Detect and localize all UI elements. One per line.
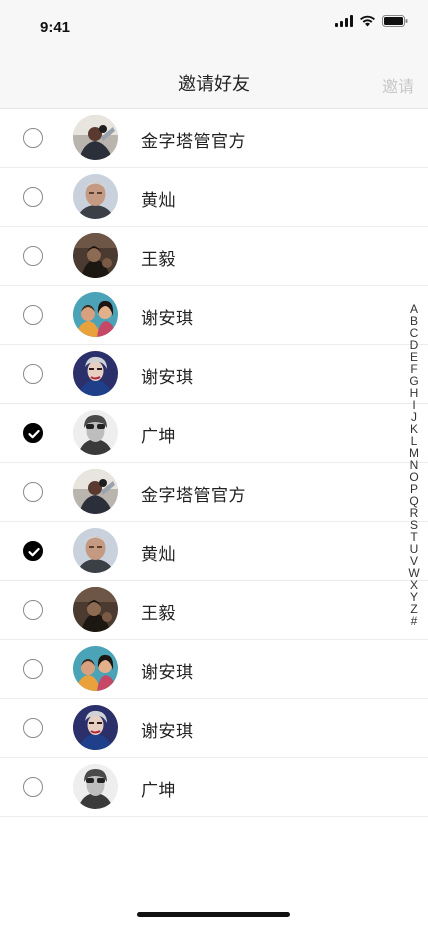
- contact-row[interactable]: 谢安琪: [0, 640, 428, 699]
- home-indicator: [137, 912, 290, 917]
- checkmark-icon: [28, 429, 40, 439]
- invite-button[interactable]: 邀请: [382, 73, 414, 97]
- contact-row[interactable]: 广坤: [0, 404, 428, 463]
- contact-name: 谢安琪: [141, 309, 194, 329]
- avatar: [73, 469, 118, 514]
- contact-name: 谢安琪: [141, 663, 194, 683]
- status-time: 9:41: [40, 19, 71, 36]
- contact-name: 谢安琪: [141, 722, 194, 742]
- navigation-bar: 邀请好友 邀请: [0, 56, 428, 109]
- checkbox-unchecked[interactable]: [23, 246, 43, 266]
- contact-row[interactable]: 黄灿: [0, 168, 428, 227]
- checkbox-unchecked[interactable]: [23, 718, 43, 738]
- contact-row[interactable]: 谢安琪: [0, 345, 428, 404]
- checkbox-unchecked[interactable]: [23, 187, 43, 207]
- avatar: [73, 233, 118, 278]
- contact-name: 金字塔管官方: [141, 132, 246, 152]
- avatar: [73, 764, 118, 809]
- contact-name: 广坤: [141, 427, 176, 447]
- contact-row[interactable]: 谢安琪: [0, 286, 428, 345]
- contact-row[interactable]: 王毅: [0, 581, 428, 640]
- contact-row[interactable]: 黄灿: [0, 522, 428, 581]
- page-title: 邀请好友: [178, 74, 250, 95]
- wifi-icon: [360, 15, 375, 27]
- contact-list: 金字塔管官方 黄灿 王毅 谢安琪 谢安琪 广坤 金字塔管官方 黄灿 王毅 谢安琪 谢安琪 广坤: [0, 109, 428, 817]
- checkbox-checked[interactable]: [23, 541, 43, 561]
- avatar: [73, 528, 118, 573]
- checkbox-unchecked[interactable]: [23, 128, 43, 148]
- contact-row[interactable]: 王毅: [0, 227, 428, 286]
- cellular-signal-icon: [335, 15, 353, 27]
- avatar: [73, 587, 118, 632]
- checkbox-unchecked[interactable]: [23, 482, 43, 502]
- contact-row[interactable]: 谢安琪: [0, 699, 428, 758]
- avatar: [73, 292, 118, 337]
- checkbox-unchecked[interactable]: [23, 659, 43, 679]
- contact-name: 广坤: [141, 781, 176, 801]
- avatar: [73, 410, 118, 455]
- contact-name: 黄灿: [141, 191, 176, 211]
- contact-name: 王毅: [141, 250, 176, 270]
- avatar: [73, 705, 118, 750]
- contact-name: 王毅: [141, 604, 176, 624]
- alphabet-index[interactable]: A B C D E F G H I J K L M N O P Q R S T U V W X Y Z #: [406, 303, 422, 627]
- contact-row[interactable]: 广坤: [0, 758, 428, 817]
- contact-row[interactable]: 金字塔管官方: [0, 463, 428, 522]
- contact-row[interactable]: 金字塔管官方: [0, 109, 428, 168]
- avatar: [73, 174, 118, 219]
- avatar: [73, 351, 118, 396]
- status-bar: 9:41: [0, 0, 428, 56]
- checkbox-checked[interactable]: [23, 423, 43, 443]
- checkbox-unchecked[interactable]: [23, 305, 43, 325]
- avatar: [73, 646, 118, 691]
- status-icons: [335, 15, 408, 27]
- checkbox-unchecked[interactable]: [23, 600, 43, 620]
- battery-icon: [382, 15, 408, 27]
- alphabet-index-letter[interactable]: #: [411, 615, 418, 627]
- checkmark-icon: [28, 547, 40, 557]
- contact-name: 黄灿: [141, 545, 176, 565]
- contact-name: 谢安琪: [141, 368, 194, 388]
- avatar: [73, 115, 118, 160]
- checkbox-unchecked[interactable]: [23, 364, 43, 384]
- checkbox-unchecked[interactable]: [23, 777, 43, 797]
- contact-name: 金字塔管官方: [141, 486, 246, 506]
